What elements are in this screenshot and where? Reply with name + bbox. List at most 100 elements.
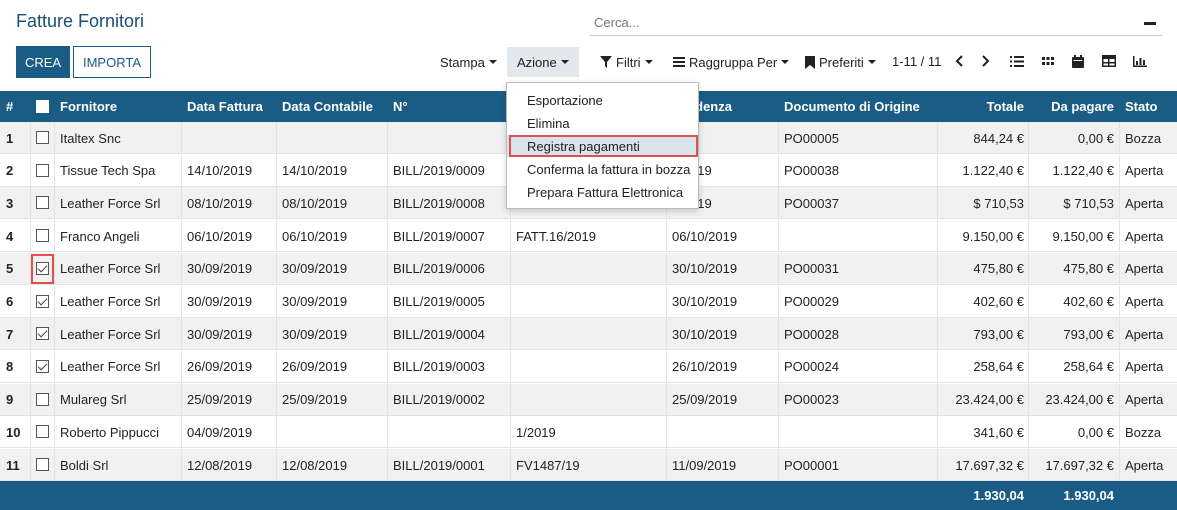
menu-item-delete[interactable]: Elimina: [507, 112, 698, 134]
row-checkbox[interactable]: [36, 131, 49, 144]
menu-item-e-invoice[interactable]: Prepara Fattura Elettronica: [507, 181, 698, 203]
pager-value[interactable]: 1-11 / 11: [892, 54, 941, 69]
column-origin-header[interactable]: Documento di Origine: [784, 99, 920, 114]
column-total-header[interactable]: Totale: [987, 99, 1024, 114]
column-divider: [30, 122, 31, 154]
column-divider: [1119, 350, 1120, 383]
cell-number: BILL/2019/0002: [393, 392, 485, 408]
chevron-down-icon: [867, 60, 876, 64]
column-divider: [276, 122, 277, 154]
row-checkbox[interactable]: [36, 327, 49, 341]
row-checkbox[interactable]: [36, 196, 49, 210]
row-checkbox[interactable]: [36, 294, 49, 308]
cell-state: Aperta: [1125, 326, 1164, 342]
cell-due-amount: 1.122,40 €: [1052, 163, 1114, 179]
table-row[interactable]: 7 Leather Force Srl 30/09/2019 30/09/2019 BI…: [0, 318, 1177, 351]
calendar-view-icon[interactable]: [1072, 54, 1084, 68]
column-divider: [666, 383, 667, 416]
column-divider: [666, 350, 667, 383]
favorites-menu-button[interactable]: Preferiti: [805, 47, 876, 77]
table-row[interactable]: 8 Leather Force Srl 26/09/2019 26/09/2019 BI…: [0, 350, 1177, 383]
chevron-left-icon[interactable]: [953, 55, 965, 67]
menu-item-export[interactable]: Esportazione: [507, 89, 698, 111]
list-view-icon[interactable]: [1010, 55, 1024, 67]
cell-number: BILL/2019/0009: [393, 163, 485, 179]
row-checkbox[interactable]: [36, 229, 49, 243]
column-divider: [54, 416, 55, 449]
column-divider: [276, 154, 277, 187]
row-checkbox[interactable]: [36, 458, 49, 471]
cell-accounting-date: 30/09/2019: [282, 326, 348, 342]
cell-accounting-date: 25/09/2019: [282, 392, 348, 408]
import-button[interactable]: IMPORTA: [73, 46, 151, 78]
filters-menu-button[interactable]: Filtri: [600, 47, 653, 77]
table-row[interactable]: 9 Mulareg Srl 25/09/2019 25/09/2019 BILL/201…: [0, 383, 1177, 416]
table-row[interactable]: 6 Leather Force Srl 30/09/2019 30/09/2019 BI…: [0, 285, 1177, 318]
group-by-menu-button[interactable]: Raggruppa Per: [673, 47, 790, 77]
cell-invoice-date: 30/09/2019: [187, 294, 253, 309]
cell-total: 341,60 €: [973, 424, 1024, 440]
row-checkbox[interactable]: [36, 163, 49, 177]
cell-reference: FATT.16/2019: [516, 228, 596, 244]
column-accounting-date-header[interactable]: Data Contabile: [282, 99, 373, 114]
column-state-header[interactable]: Stato: [1125, 99, 1158, 114]
cell-number: BILL/2019/0001: [393, 457, 485, 473]
row-checkbox[interactable]: [36, 425, 49, 439]
menu-item-confirm-draft[interactable]: Conferma la fattura in bozza: [507, 158, 698, 180]
row-checkbox[interactable]: [36, 392, 49, 406]
table-row[interactable]: 5 Leather Force Srl 30/09/2019 30/09/2019 BI…: [0, 252, 1177, 285]
column-divider: [387, 252, 388, 285]
cell-invoice-date: 14/10/2019: [187, 163, 253, 179]
action-menu-button[interactable]: Azione: [507, 47, 579, 77]
table-row[interactable]: 4 Franco Angeli 06/10/2019 06/10/2019 BILL/2…: [0, 220, 1177, 253]
chevron-right-icon[interactable]: [980, 55, 992, 67]
column-due-amount-header[interactable]: Da pagare: [1051, 99, 1114, 114]
cell-index: 3: [6, 195, 14, 211]
cell-due-amount: 793,00 €: [1063, 326, 1114, 342]
cell-number: BILL/2019/0007: [393, 228, 485, 244]
column-invoice-date-header[interactable]: Data Fattura: [187, 99, 263, 114]
cell-due-date: 06/10/2019: [672, 228, 738, 244]
column-divider: [778, 252, 779, 285]
chevron-down-icon: [781, 60, 790, 64]
column-number-header[interactable]: N°: [393, 99, 408, 114]
column-divider: [54, 383, 55, 416]
table-row[interactable]: 11 Boldi Srl 12/08/2019 12/08/2019 BILL/2019…: [0, 449, 1177, 481]
create-button[interactable]: CREA: [16, 46, 70, 78]
select-all-checkbox[interactable]: [36, 100, 49, 113]
column-divider: [181, 449, 182, 481]
cell-supplier: Leather Force Srl: [60, 261, 161, 277]
search-input[interactable]: [590, 10, 1162, 36]
column-divider: [54, 350, 55, 383]
cell-supplier: Roberto Pippucci: [60, 424, 159, 440]
cell-total: 1.122,40 €: [962, 163, 1024, 179]
chevron-down-icon: [488, 60, 497, 64]
column-divider: [666, 252, 667, 285]
column-divider: [276, 220, 277, 253]
cell-number: BILL/2019/0004: [393, 326, 485, 342]
print-label: Stampa: [440, 54, 485, 70]
column-divider: [30, 383, 31, 416]
cell-state: Bozza: [1125, 130, 1162, 146]
table-row[interactable]: 10 Roberto Pippucci 04/09/2019 1/2019 341,60…: [0, 416, 1177, 449]
filters-label: Filtri: [616, 54, 641, 70]
collapse-icon[interactable]: [1144, 22, 1156, 25]
highlight-menu-annotation: [509, 135, 698, 157]
funnel-icon: [600, 56, 612, 68]
cell-invoice-date: 04/09/2019: [187, 424, 253, 440]
pivot-view-icon[interactable]: [1102, 55, 1116, 67]
print-menu-button[interactable]: Stampa: [440, 47, 497, 77]
column-divider: [387, 383, 388, 416]
column-supplier-header[interactable]: Fornitore: [60, 99, 117, 114]
cell-accounting-date: 06/10/2019: [282, 228, 348, 244]
column-divider: [30, 318, 31, 351]
column-divider: [666, 285, 667, 318]
cell-number: BILL/2019/0006: [393, 261, 485, 277]
cell-index: 11: [6, 457, 20, 473]
row-checkbox[interactable]: [36, 359, 49, 373]
cell-due-amount: 9.150,00 €: [1052, 228, 1114, 244]
list-lines-icon: [673, 57, 685, 67]
graph-view-icon[interactable]: [1133, 55, 1147, 67]
kanban-view-icon[interactable]: [1042, 55, 1054, 67]
cell-accounting-date: [282, 122, 382, 154]
